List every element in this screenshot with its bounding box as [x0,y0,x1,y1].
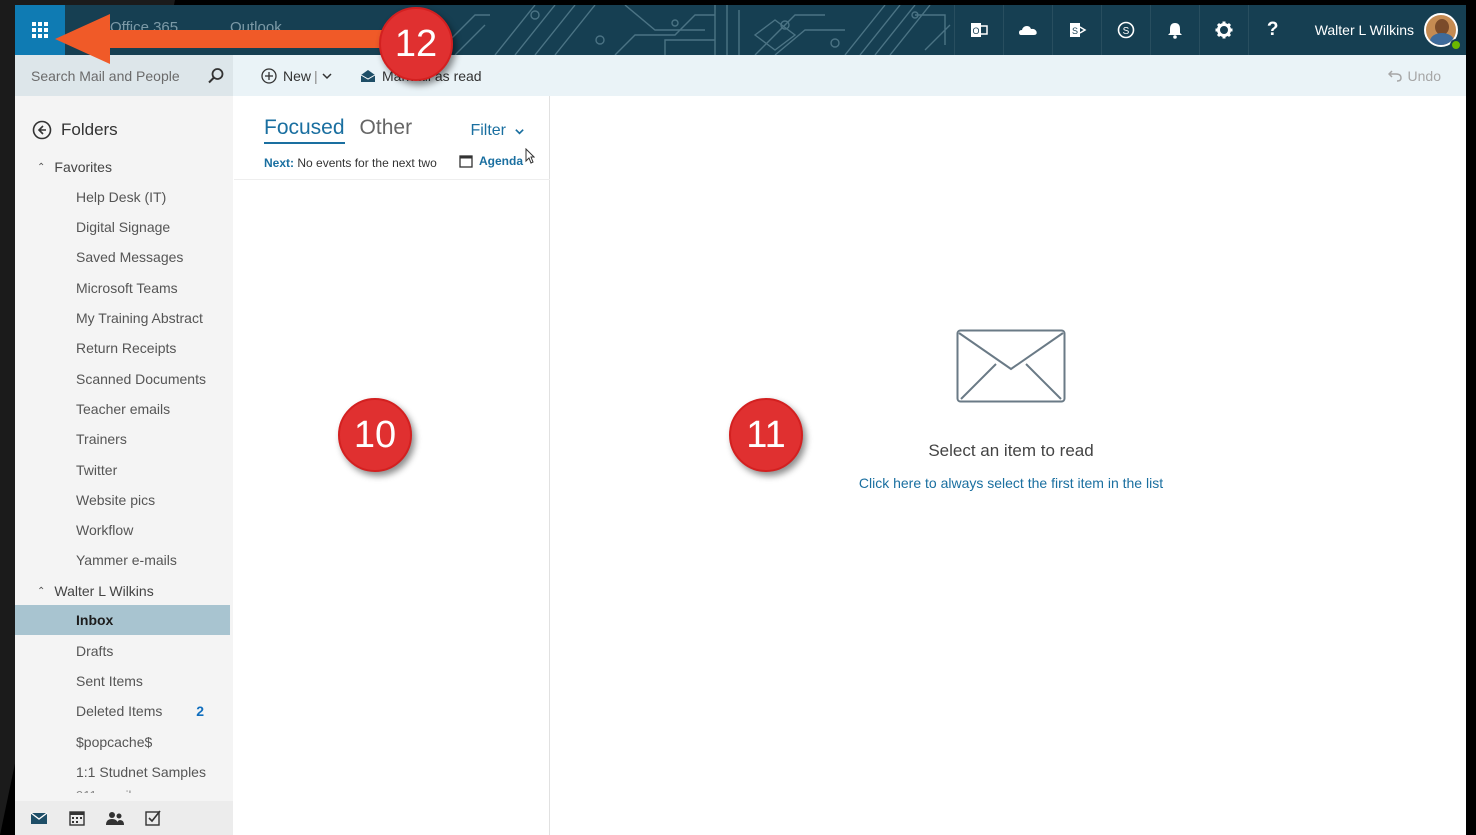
sway-icon: S [1069,23,1087,37]
undo-label: Undo [1407,67,1441,84]
user-name[interactable]: Walter L Wilkins [1297,22,1424,38]
tab-focused[interactable]: Focused [264,116,345,144]
folder-item[interactable]: Scanned Documents [15,364,230,394]
folder-item[interactable]: Return Receipts [15,333,230,363]
filter-dropdown[interactable]: Filter [470,122,525,140]
help-button[interactable]: ? [1247,5,1297,55]
envelope-icon [956,329,1066,403]
notifications-button[interactable] [1149,5,1199,55]
chevron-down-icon[interactable] [321,70,333,82]
folder-label: Sent Items [76,673,143,689]
waffle-icon [32,22,48,38]
tasks-icon[interactable] [143,808,163,828]
folder-popcache[interactable]: $popcache$ [15,727,230,757]
folder-inbox[interactable]: Inbox [15,605,230,635]
folder-label: $popcache$ [76,734,153,750]
svg-text:S: S [1072,26,1078,36]
folder-item[interactable]: Trainers [15,424,230,454]
tab-other[interactable]: Other [360,116,413,144]
bell-icon [1167,23,1182,39]
chevron-down-icon [515,128,524,135]
next-label: Next: [264,156,295,170]
mouse-cursor-icon [525,148,535,164]
agenda-label: Agenda [479,154,524,168]
sway-app-button[interactable]: S [1051,5,1101,55]
gear-icon [1215,21,1233,39]
new-separator: | [314,67,318,84]
annotation-arrow [55,14,410,64]
folder-item[interactable]: Workflow [15,515,230,545]
favorites-group-header[interactable]: ⌃ Favorites [37,159,112,175]
annotation-badge-12: 12 [379,7,453,81]
unread-count-badge: 2 [196,703,204,719]
folder-sent-items[interactable]: Sent Items [15,666,230,696]
folder-item[interactable]: Teacher emails [15,394,230,424]
calendar-icon [459,155,473,168]
new-button-label: New [283,67,312,84]
folder-item[interactable]: My Training Abstract [15,303,230,333]
search-icon[interactable] [199,67,233,85]
skype-icon: S [1117,21,1134,39]
onedrive-app-button[interactable] [1002,5,1052,55]
top-bar-icons: O S S ? Walter L Wilkins [953,5,1466,55]
folder-item[interactable]: Saved Messages [15,242,230,272]
folder-pane: Folders ⌃ Favorites Help Desk (IT) Digit… [15,96,233,835]
folder-item[interactable]: Yammer e-mails [15,545,230,575]
calendar-icon[interactable] [67,808,87,828]
help-icon: ? [1266,19,1279,40]
back-arrow-circle-icon[interactable] [32,120,52,140]
empty-state-title: Select an item to read [928,441,1094,460]
svg-text:S: S [1122,26,1129,37]
undo-icon [1387,69,1402,82]
annotation-badge-11: 11 [729,398,803,472]
folders-label: Folders [61,120,118,139]
chevron-up-icon[interactable]: ⌃ [37,162,45,173]
search-input[interactable]: Search Mail and People [31,68,199,84]
folder-deleted-items[interactable]: Deleted Items 2 [15,696,230,726]
folder-item[interactable]: Microsoft Teams [15,273,230,303]
plus-circle-icon [261,67,277,84]
reading-pane: Select an item to read Click here to alw… [551,96,1466,835]
folder-drafts[interactable]: Drafts [15,636,230,666]
chevron-up-icon[interactable]: ⌃ [37,586,45,597]
settings-button[interactable] [1198,5,1248,55]
folder-item[interactable]: Help Desk (IT) [15,182,230,212]
folder-item[interactable]: Twitter [15,455,230,485]
agenda-button[interactable]: Agenda [459,154,523,168]
people-icon[interactable] [105,808,125,828]
annotation-badge-10: 10 [338,398,412,472]
folder-label: Inbox [76,612,114,628]
folder-label: Drafts [76,643,114,659]
undo-button[interactable]: Undo [1387,55,1441,96]
favorites-label: Favorites [54,159,112,175]
folder-partial-item[interactable]: 911 emails [76,788,138,793]
next-event-text: No events for the next two [297,156,437,170]
svg-text:O: O [972,26,979,36]
folder-item[interactable]: Website pics [15,485,230,515]
folder-student-samples[interactable]: 1:1 Studnet Samples [15,757,230,787]
inbox-tabs: Focused Other [264,116,412,144]
skype-app-button[interactable]: S [1100,5,1150,55]
account-label: Walter L Wilkins [54,583,154,599]
outlook-app-button[interactable]: O [953,5,1003,55]
presence-status-icon [1450,39,1462,51]
mail-icon[interactable] [29,808,49,828]
envelope-open-icon [360,69,376,82]
select-first-item-link[interactable]: Click here to always select the first it… [551,475,1466,491]
next-event-row: Next: No events for the next two [264,156,437,170]
folder-label: Deleted Items [76,703,163,719]
onedrive-icon [1018,26,1037,35]
filter-label: Filter [470,122,506,139]
folders-header[interactable]: Folders [32,120,118,140]
folder-label: 1:1 Studnet Samples [76,764,206,780]
folder-item[interactable]: Digital Signage [15,212,230,242]
account-group-header[interactable]: ⌃ Walter L Wilkins [37,583,154,599]
module-switcher [15,801,233,835]
outlook-icon: O [970,23,988,37]
list-divider [234,179,550,180]
